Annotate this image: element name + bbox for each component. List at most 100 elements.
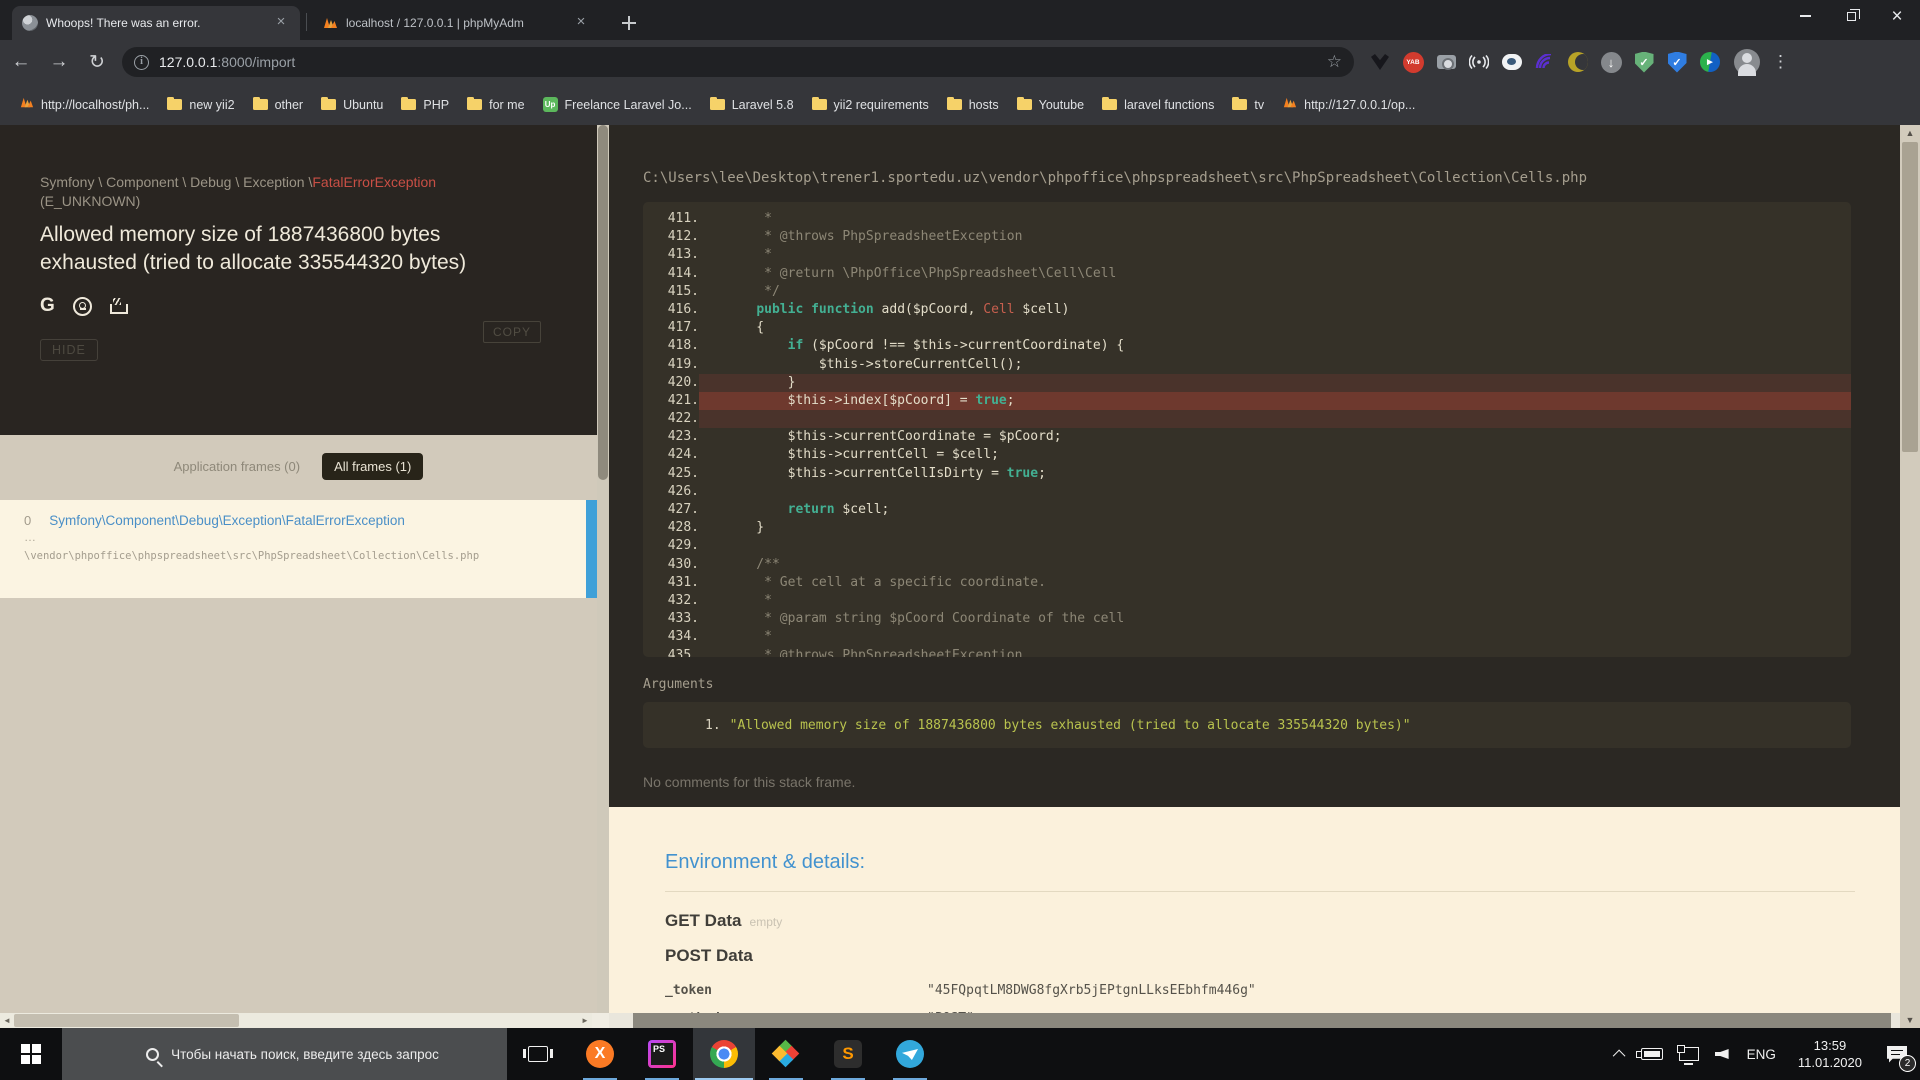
bookmark-label: PHP — [423, 98, 449, 112]
code-viewer[interactable]: 411. *412. * @throws PhpSpreadsheetExcep… — [643, 202, 1851, 657]
battery-icon[interactable] — [1633, 1028, 1671, 1080]
url-text[interactable]: 127.0.0.1:8000/import — [159, 54, 1327, 70]
scrollbar-thumb[interactable] — [1902, 142, 1918, 452]
bookmark-item[interactable]: other — [244, 94, 313, 116]
line-number: 416. — [643, 301, 699, 319]
bookmark-item[interactable]: laravel functions — [1093, 94, 1223, 116]
line-number: 435. — [643, 647, 699, 658]
language-indicator[interactable]: ENG — [1737, 1047, 1786, 1062]
chat-extension-icon[interactable] — [1500, 50, 1524, 74]
scrollbar-thumb[interactable] — [633, 1013, 1891, 1028]
bookmark-label: Ubuntu — [343, 98, 383, 112]
post-data-key: _token — [665, 983, 927, 998]
bookmark-item[interactable]: http://localhost/ph... — [10, 91, 158, 119]
scroll-down-arrow-icon[interactable]: ▼ — [1900, 1012, 1920, 1028]
window-restore-button[interactable] — [1828, 0, 1874, 32]
copy-button[interactable]: COPY — [483, 321, 541, 343]
start-button[interactable] — [0, 1028, 62, 1080]
scrollbar-thumb[interactable] — [14, 1014, 239, 1027]
taskbar-app-sublime[interactable]: S — [817, 1028, 879, 1080]
bookmark-item[interactable]: hosts — [938, 94, 1008, 116]
bookmark-item[interactable]: Ubuntu — [312, 94, 392, 116]
code-line: 411. * — [643, 210, 1851, 228]
tab-close-icon[interactable]: × — [572, 14, 590, 32]
camera-extension-icon[interactable] — [1434, 50, 1458, 74]
volume-icon[interactable] — [1707, 1028, 1737, 1080]
taskbar-app-telegram[interactable] — [879, 1028, 941, 1080]
tab-phpmyadmin[interactable]: localhost / 127.0.0.1 | phpMyAdm × — [312, 6, 600, 40]
tab-all-frames[interactable]: All frames (1) — [322, 453, 423, 480]
code-text: public function add($pCoord, Cell $cell) — [699, 301, 1851, 319]
yab-extension-icon[interactable]: YAB — [1401, 50, 1425, 74]
notification-center-button[interactable]: 2 — [1874, 1028, 1920, 1080]
code-line: 426. — [643, 483, 1851, 501]
scroll-right-arrow-icon[interactable]: ► — [578, 1013, 592, 1028]
code-text: $this->currentCellIsDirty = true; — [699, 465, 1851, 483]
stack-frame-item[interactable]: 0 Symfony\Component\Debug\Exception\Fata… — [0, 500, 597, 598]
main-vertical-scrollbar[interactable]: ▲ ▼ — [1900, 125, 1920, 1028]
green-shield-extension-icon[interactable]: ✓ — [1632, 50, 1656, 74]
address-bar[interactable]: i 127.0.0.1:8000/import ☆ — [122, 47, 1354, 77]
line-number: 426. — [643, 483, 699, 501]
taskbar-app-xampp[interactable]: X — [569, 1028, 631, 1080]
taskbar-search-box[interactable]: Чтобы начать поиск, введите здесь запрос — [62, 1028, 507, 1080]
hide-button[interactable]: HIDE — [40, 339, 98, 361]
profile-avatar[interactable] — [1734, 49, 1760, 75]
v-mask-extension-icon[interactable] — [1368, 50, 1392, 74]
blue-shield-extension-icon[interactable]: ✓ — [1665, 50, 1689, 74]
dark-moon-extension-icon[interactable] — [1566, 50, 1590, 74]
bookmark-item[interactable]: yii2 requirements — [803, 94, 938, 116]
tab-close-icon[interactable]: × — [272, 14, 290, 32]
radio-extension-icon[interactable] — [1467, 50, 1491, 74]
line-number: 422. — [643, 410, 699, 428]
bookmark-item[interactable]: tv — [1223, 94, 1273, 116]
bookmark-item[interactable]: PHP — [392, 94, 458, 116]
bookmark-item[interactable]: Youtube — [1008, 94, 1093, 116]
download-extension-icon[interactable]: ↓ — [1599, 50, 1623, 74]
window-close-button[interactable]: × — [1874, 0, 1920, 32]
bookmark-label: new yii2 — [189, 98, 234, 112]
network-icon[interactable] — [1671, 1028, 1707, 1080]
main-horizontal-scrollbar[interactable] — [609, 1013, 1900, 1028]
bookmark-label: Laravel 5.8 — [732, 98, 794, 112]
forward-button[interactable]: → — [42, 45, 76, 79]
taskbar-app-chrome[interactable] — [693, 1028, 755, 1080]
scroll-up-arrow-icon[interactable]: ▲ — [1900, 125, 1920, 141]
bookmark-label: tv — [1254, 98, 1264, 112]
bookmark-star-icon[interactable]: ☆ — [1327, 52, 1342, 72]
taskbar-clock[interactable]: 13:59 11.01.2020 — [1786, 1037, 1874, 1071]
bookmark-item[interactable]: http://127.0.0.1/op... — [1273, 91, 1424, 119]
sidebar-horizontal-scrollbar[interactable]: ◄ ► — [0, 1013, 592, 1028]
duckduckgo-search-icon[interactable] — [73, 297, 92, 316]
task-view-button[interactable] — [507, 1028, 569, 1080]
bookmark-item[interactable]: Laravel 5.8 — [701, 94, 803, 116]
google-search-icon[interactable]: G — [40, 295, 55, 317]
bookmark-label: laravel functions — [1124, 98, 1214, 112]
code-text: * @return \PhpOffice\PhpSpreadsheet\Cell… — [699, 265, 1851, 283]
site-info-icon[interactable]: i — [134, 55, 149, 70]
code-line: 427. return $cell; — [643, 501, 1851, 519]
new-tab-button[interactable] — [616, 10, 642, 36]
tray-chevron-up-icon[interactable] — [1608, 1028, 1633, 1080]
signal-extension-icon[interactable] — [1533, 50, 1557, 74]
scroll-left-arrow-icon[interactable]: ◄ — [0, 1013, 14, 1028]
taskbar-app-phpstorm[interactable]: PS — [631, 1028, 693, 1080]
taskbar-app-download-manager[interactable] — [755, 1028, 817, 1080]
bookmark-item[interactable]: new yii2 — [158, 94, 243, 116]
sidebar-vertical-scrollbar[interactable] — [597, 125, 609, 1013]
browser-menu-icon[interactable]: ⋮ — [1772, 52, 1789, 72]
task-view-icon — [528, 1046, 548, 1062]
bookmark-item[interactable]: for me — [458, 94, 533, 116]
windows-logo-icon — [21, 1044, 41, 1064]
stackoverflow-search-icon[interactable] — [110, 298, 126, 314]
code-text: /** — [699, 556, 1851, 574]
idm-extension-icon[interactable]: ► — [1698, 50, 1722, 74]
search-placeholder: Чтобы начать поиск, введите здесь запрос — [171, 1047, 439, 1062]
sidebar-scrollbar-thumb[interactable] — [598, 125, 608, 480]
back-button[interactable]: ← — [4, 45, 38, 79]
refresh-button[interactable]: ↻ — [80, 45, 114, 79]
bookmark-item[interactable]: UpFreelance Laravel Jo... — [534, 93, 701, 116]
tab-application-frames[interactable]: Application frames (0) — [174, 459, 300, 474]
tab-whoops[interactable]: Whoops! There was an error. × — [12, 6, 300, 40]
window-minimize-button[interactable] — [1782, 0, 1828, 32]
